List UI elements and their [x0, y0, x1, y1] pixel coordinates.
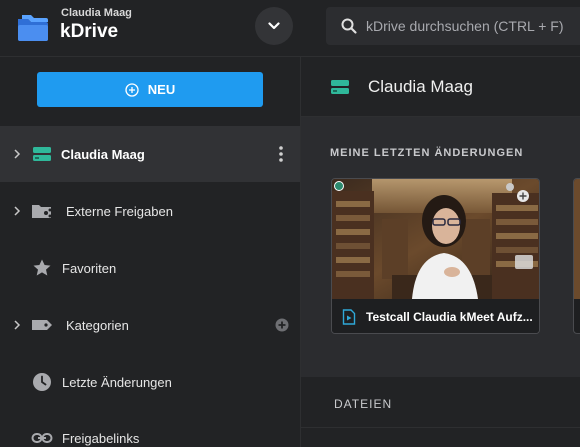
chevron-right-icon[interactable]: [12, 205, 22, 217]
tag-icon: [31, 314, 53, 336]
recent-changes-section: MEINE LETZTEN ÄNDERUNGEN Testcall Claudi…: [301, 117, 580, 377]
drive-switcher-button[interactable]: [255, 7, 293, 45]
video-thumbnail: [332, 179, 539, 299]
brand[interactable]: Claudia Maag kDrive: [16, 7, 256, 49]
drive-icon: [331, 80, 349, 94]
search-bar[interactable]: [326, 7, 580, 45]
sidebar-item-label: Externe Freigaben: [66, 203, 173, 219]
drive-icon: [31, 143, 53, 165]
sidebar-item-claudia-maag[interactable]: Claudia Maag: [0, 126, 300, 182]
recent-file-card[interactable]: Testcall Claudia kMeet Aufz...: [331, 178, 540, 334]
new-button[interactable]: NEU: [37, 72, 263, 107]
sidebar-item-label: Favoriten: [62, 260, 117, 276]
section-title: DATEIEN: [334, 397, 393, 411]
sidebar-item-letzte-aenderungen[interactable]: Letzte Änderungen: [0, 354, 300, 410]
clock-icon: [31, 371, 53, 393]
add-category-icon[interactable]: [275, 318, 289, 332]
sidebar-item-externe-freigaben[interactable]: Externe Freigaben: [0, 183, 300, 239]
sidebar-item-freigabelinks[interactable]: Freigabelinks: [0, 410, 300, 447]
main-content: Claudia Maag MEINE LETZTEN ÄNDERUNGEN Te…: [301, 57, 580, 447]
sidebar-item-favoriten[interactable]: Favoriten: [0, 240, 300, 296]
chevron-right-icon[interactable]: [12, 319, 22, 331]
sidebar-item-kategorien[interactable]: Kategorien: [0, 297, 300, 353]
recent-file-card-partial[interactable]: [573, 178, 580, 334]
kdrive-logo-icon: [18, 15, 48, 41]
star-icon: [31, 257, 53, 279]
link-icon: [31, 427, 53, 447]
search-icon: [341, 18, 357, 34]
sidebar: NEU Claudia Maag Externe Freigaben Favor…: [0, 57, 301, 447]
sidebar-item-label: Kategorien: [66, 317, 129, 333]
top-bar: Claudia Maag kDrive: [0, 0, 580, 57]
add-circle-icon: [125, 82, 139, 97]
chevron-down-icon: [268, 22, 280, 30]
app-name: kDrive: [60, 21, 119, 42]
video-file-icon: [342, 309, 356, 325]
account-name: Claudia Maag: [61, 7, 132, 19]
sidebar-item-label: Letzte Änderungen: [62, 374, 172, 390]
search-input[interactable]: [366, 7, 580, 45]
sidebar-item-label: Freigabelinks: [62, 430, 140, 446]
shared-folder-icon: [31, 200, 53, 222]
new-button-label: NEU: [147, 82, 176, 97]
sidebar-item-label: Claudia Maag: [61, 146, 145, 162]
card-footer: Testcall Claudia kMeet Aufz...: [332, 299, 539, 333]
section-title: MEINE LETZTEN ÄNDERUNGEN: [330, 147, 524, 159]
main-header: Claudia Maag: [301, 57, 580, 117]
file-name: Testcall Claudia kMeet Aufz...: [366, 310, 533, 324]
page-title: Claudia Maag: [368, 77, 473, 96]
more-options-icon[interactable]: [276, 145, 286, 163]
chevron-right-icon[interactable]: [12, 148, 22, 160]
files-section: DATEIEN: [301, 377, 580, 447]
divider: [301, 427, 580, 428]
